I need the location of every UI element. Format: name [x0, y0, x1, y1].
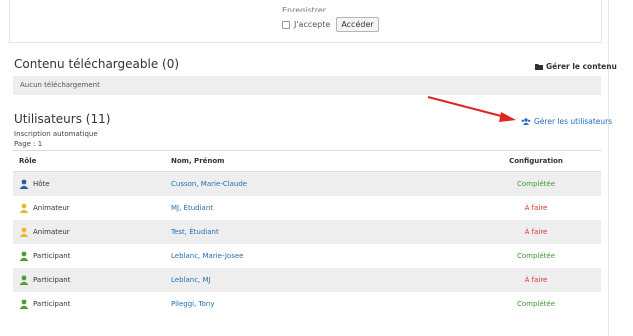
inscription-text: Inscription automatique — [14, 130, 98, 138]
role-label: Animateur — [33, 228, 70, 236]
accept-row: J'accepte Accéder — [282, 17, 379, 32]
col-role: Rôle — [19, 157, 37, 165]
table-row: Animateur Test, Étudiant À faire — [13, 220, 601, 244]
downloads-title: Contenu téléchargeable (0) — [14, 57, 180, 71]
table-header: Rôle Nom, Prénom Configuration — [13, 150, 601, 172]
table-row: Hôte Cusson, Marie-Claude Complétée — [13, 172, 601, 196]
user-name-link[interactable]: Cusson, Marie-Claude — [171, 180, 471, 188]
manage-content-label: Gérer le contenu — [546, 62, 617, 71]
role-label: Hôte — [33, 180, 50, 188]
table-row: Participant Pileggi, Tony Complétée — [13, 292, 601, 316]
user-icon — [19, 275, 29, 285]
role-cell: Participant — [13, 299, 171, 309]
col-name: Nom, Prénom — [171, 157, 225, 165]
role-label: Participant — [33, 252, 71, 260]
user-name-link[interactable]: Leblanc, Marie-Josee — [171, 252, 471, 260]
col-config: Configuration — [509, 157, 563, 165]
user-name-link[interactable]: Test, Étudiant — [171, 228, 471, 236]
user-name-link[interactable]: MJ, Étudiant — [171, 204, 471, 212]
table-body: Hôte Cusson, Marie-Claude Complétée Animate… — [13, 172, 601, 316]
config-status: Complétée — [516, 300, 556, 308]
users-title: Utilisateurs (11) — [14, 112, 111, 126]
manage-users-label: Gérer les utilisateurs — [534, 117, 613, 126]
accept-checkbox[interactable] — [282, 20, 290, 29]
role-cell: Participant — [13, 275, 171, 285]
role-cell: Hôte — [13, 179, 171, 189]
config-status: Complétée — [516, 180, 556, 188]
role-cell: Participant — [13, 251, 171, 261]
role-label: Participant — [33, 300, 71, 308]
config-status: À faire — [524, 276, 548, 284]
page-indicator: Page : 1 — [14, 140, 43, 148]
top-panel: Enregistrer J'accepte Accéder — [9, 0, 602, 43]
users-icon — [521, 118, 531, 125]
config-status: Complétée — [516, 252, 556, 260]
table-row: Animateur MJ, Étudiant À faire — [13, 196, 601, 220]
table-row: Participant Leblanc, Marie-Josee Complétée — [13, 244, 601, 268]
role-label: Participant — [33, 276, 71, 284]
user-name-link[interactable]: Pileggi, Tony — [171, 300, 471, 308]
role-cell: Animateur — [13, 227, 171, 237]
manage-users-link[interactable]: Gérer les utilisateurs — [521, 117, 612, 126]
role-cell: Animateur — [13, 203, 171, 213]
user-icon — [19, 203, 29, 213]
accept-label: J'accepte — [294, 20, 331, 29]
user-icon — [19, 227, 29, 237]
config-status: À faire — [524, 228, 548, 236]
table-row: Participant Leblanc, MJ À faire — [13, 268, 601, 292]
user-name-link[interactable]: Leblanc, MJ — [171, 276, 471, 284]
red-arrow — [427, 96, 516, 122]
cut-off-text: Enregistrer — [282, 6, 327, 12]
role-label: Animateur — [33, 204, 70, 212]
manage-content-link[interactable]: Gérer le contenu — [535, 62, 617, 71]
user-icon — [19, 299, 29, 309]
no-downloads-bar: Aucun téléchargement — [13, 76, 601, 95]
content-right-border — [608, 0, 609, 336]
config-status: À faire — [524, 204, 548, 212]
users-table: Rôle Nom, Prénom Configuration Hôte Cusso… — [13, 150, 601, 316]
folder-icon — [535, 64, 543, 70]
user-icon — [19, 251, 29, 261]
user-icon — [19, 179, 29, 189]
access-button[interactable]: Accéder — [336, 17, 379, 32]
